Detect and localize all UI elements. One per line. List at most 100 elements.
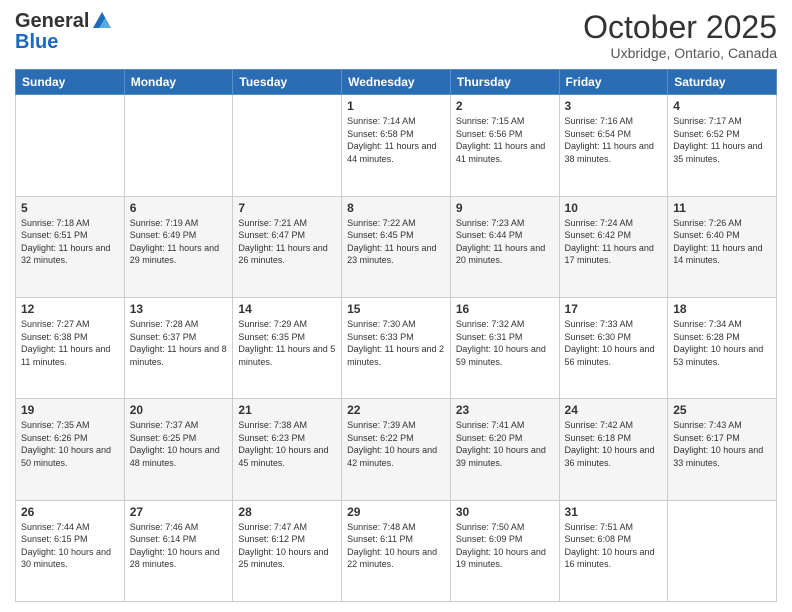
logo-icon	[91, 10, 113, 32]
day-number: 31	[565, 505, 663, 519]
col-thursday: Thursday	[450, 70, 559, 95]
day-info: Sunrise: 7:16 AM Sunset: 6:54 PM Dayligh…	[565, 115, 663, 165]
day-number: 26	[21, 505, 119, 519]
day-number: 3	[565, 99, 663, 113]
day-number: 2	[456, 99, 554, 113]
col-tuesday: Tuesday	[233, 70, 342, 95]
day-number: 23	[456, 403, 554, 417]
page-subtitle: Uxbridge, Ontario, Canada	[583, 45, 777, 61]
day-number: 4	[673, 99, 771, 113]
day-info: Sunrise: 7:21 AM Sunset: 6:47 PM Dayligh…	[238, 217, 336, 267]
day-info: Sunrise: 7:18 AM Sunset: 6:51 PM Dayligh…	[21, 217, 119, 267]
day-info: Sunrise: 7:17 AM Sunset: 6:52 PM Dayligh…	[673, 115, 771, 165]
calendar-cell: 9Sunrise: 7:23 AM Sunset: 6:44 PM Daylig…	[450, 196, 559, 297]
calendar-table: Sunday Monday Tuesday Wednesday Thursday…	[15, 69, 777, 602]
day-number: 7	[238, 201, 336, 215]
calendar-week-row: 19Sunrise: 7:35 AM Sunset: 6:26 PM Dayli…	[16, 399, 777, 500]
day-info: Sunrise: 7:43 AM Sunset: 6:17 PM Dayligh…	[673, 419, 771, 469]
calendar-cell: 7 Sunrise: 7:21 AM Sunset: 6:47 PM Daylig…	[233, 196, 342, 297]
day-info: Sunrise: 7:46 AM Sunset: 6:14 PM Dayligh…	[130, 521, 228, 571]
day-info: Sunrise: 7:48 AM Sunset: 6:11 PM Dayligh…	[347, 521, 445, 571]
day-info: Sunrise: 7:32 AM Sunset: 6:31 PM Dayligh…	[456, 318, 554, 368]
day-number: 5	[21, 201, 119, 215]
calendar-cell	[233, 95, 342, 196]
day-info: Sunrise: 7:51 AM Sunset: 6:08 PM Dayligh…	[565, 521, 663, 571]
calendar-cell: 14Sunrise: 7:29 AM Sunset: 6:35 PM Dayli…	[233, 297, 342, 398]
day-number: 20	[130, 403, 228, 417]
calendar-cell	[668, 500, 777, 601]
day-info: Sunrise: 7:23 AM Sunset: 6:44 PM Dayligh…	[456, 217, 554, 267]
day-info: Sunrise: 7:34 AM Sunset: 6:28 PM Dayligh…	[673, 318, 771, 368]
col-sunday: Sunday	[16, 70, 125, 95]
calendar-cell: 11Sunrise: 7:26 AM Sunset: 6:40 PM Dayli…	[668, 196, 777, 297]
day-info: Sunrise: 7:30 AM Sunset: 6:33 PM Dayligh…	[347, 318, 445, 368]
day-info: Sunrise: 7:15 AM Sunset: 6:56 PM Dayligh…	[456, 115, 554, 165]
calendar-cell: 22Sunrise: 7:39 AM Sunset: 6:22 PM Dayli…	[342, 399, 451, 500]
day-info: Sunrise: 7:24 AM Sunset: 6:42 PM Dayligh…	[565, 217, 663, 267]
calendar-cell: 16 Sunrise: 7:32 AM Sunset: 6:31 PM Dayli…	[450, 297, 559, 398]
calendar-cell	[16, 95, 125, 196]
day-number: 12	[21, 302, 119, 316]
day-number: 18	[673, 302, 771, 316]
calendar-cell: 25 Sunrise: 7:43 AM Sunset: 6:17 PM Dayli…	[668, 399, 777, 500]
calendar-cell: 5 Sunrise: 7:18 AM Sunset: 6:51 PM Daylig…	[16, 196, 125, 297]
day-number: 19	[21, 403, 119, 417]
logo-blue-text: Blue	[15, 32, 58, 52]
day-number: 28	[238, 505, 336, 519]
day-info: Sunrise: 7:42 AM Sunset: 6:18 PM Dayligh…	[565, 419, 663, 469]
col-friday: Friday	[559, 70, 668, 95]
calendar-cell: 2 Sunrise: 7:15 AM Sunset: 6:56 PM Daylig…	[450, 95, 559, 196]
calendar-cell: 10Sunrise: 7:24 AM Sunset: 6:42 PM Dayli…	[559, 196, 668, 297]
day-number: 21	[238, 403, 336, 417]
day-number: 1	[347, 99, 445, 113]
calendar-cell: 8 Sunrise: 7:22 AM Sunset: 6:45 PM Daylig…	[342, 196, 451, 297]
day-number: 29	[347, 505, 445, 519]
col-monday: Monday	[124, 70, 233, 95]
calendar-week-row: 12Sunrise: 7:27 AM Sunset: 6:38 PM Dayli…	[16, 297, 777, 398]
col-wednesday: Wednesday	[342, 70, 451, 95]
logo: General Blue	[15, 10, 113, 52]
day-info: Sunrise: 7:29 AM Sunset: 6:35 PM Dayligh…	[238, 318, 336, 368]
page: General Blue October 2025 Uxbridge, Onta…	[0, 0, 792, 612]
day-info: Sunrise: 7:44 AM Sunset: 6:15 PM Dayligh…	[21, 521, 119, 571]
day-number: 25	[673, 403, 771, 417]
calendar-cell: 28 Sunrise: 7:47 AM Sunset: 6:12 PM Dayli…	[233, 500, 342, 601]
calendar-cell: 12Sunrise: 7:27 AM Sunset: 6:38 PM Dayli…	[16, 297, 125, 398]
day-info: Sunrise: 7:26 AM Sunset: 6:40 PM Dayligh…	[673, 217, 771, 267]
day-info: Sunrise: 7:22 AM Sunset: 6:45 PM Dayligh…	[347, 217, 445, 267]
calendar-cell: 27 Sunrise: 7:46 AM Sunset: 6:14 PM Dayli…	[124, 500, 233, 601]
calendar-cell: 4 Sunrise: 7:17 AM Sunset: 6:52 PM Daylig…	[668, 95, 777, 196]
calendar-header-row: Sunday Monday Tuesday Wednesday Thursday…	[16, 70, 777, 95]
calendar-cell: 19Sunrise: 7:35 AM Sunset: 6:26 PM Dayli…	[16, 399, 125, 500]
day-info: Sunrise: 7:14 AM Sunset: 6:58 PM Dayligh…	[347, 115, 445, 165]
calendar-cell: 23 Sunrise: 7:41 AM Sunset: 6:20 PM Dayli…	[450, 399, 559, 500]
calendar-week-row: 5 Sunrise: 7:18 AM Sunset: 6:51 PM Daylig…	[16, 196, 777, 297]
logo-general-text: General	[15, 11, 89, 31]
day-number: 22	[347, 403, 445, 417]
day-info: Sunrise: 7:33 AM Sunset: 6:30 PM Dayligh…	[565, 318, 663, 368]
header: General Blue October 2025 Uxbridge, Onta…	[15, 10, 777, 61]
day-number: 17	[565, 302, 663, 316]
calendar-week-row: 26 Sunrise: 7:44 AM Sunset: 6:15 PM Dayli…	[16, 500, 777, 601]
calendar-cell: 24 Sunrise: 7:42 AM Sunset: 6:18 PM Dayli…	[559, 399, 668, 500]
day-number: 8	[347, 201, 445, 215]
day-info: Sunrise: 7:50 AM Sunset: 6:09 PM Dayligh…	[456, 521, 554, 571]
day-number: 24	[565, 403, 663, 417]
page-title: October 2025	[583, 10, 777, 45]
calendar-cell: 30Sunrise: 7:50 AM Sunset: 6:09 PM Dayli…	[450, 500, 559, 601]
calendar-cell: 20Sunrise: 7:37 AM Sunset: 6:25 PM Dayli…	[124, 399, 233, 500]
day-info: Sunrise: 7:41 AM Sunset: 6:20 PM Dayligh…	[456, 419, 554, 469]
day-number: 16	[456, 302, 554, 316]
calendar-cell: 29 Sunrise: 7:48 AM Sunset: 6:11 PM Dayli…	[342, 500, 451, 601]
day-info: Sunrise: 7:47 AM Sunset: 6:12 PM Dayligh…	[238, 521, 336, 571]
calendar-cell: 13Sunrise: 7:28 AM Sunset: 6:37 PM Dayli…	[124, 297, 233, 398]
title-block: October 2025 Uxbridge, Ontario, Canada	[583, 10, 777, 61]
day-number: 13	[130, 302, 228, 316]
calendar-cell: 26 Sunrise: 7:44 AM Sunset: 6:15 PM Dayli…	[16, 500, 125, 601]
day-number: 27	[130, 505, 228, 519]
calendar-cell: 15Sunrise: 7:30 AM Sunset: 6:33 PM Dayli…	[342, 297, 451, 398]
calendar-cell: 6Sunrise: 7:19 AM Sunset: 6:49 PM Daylig…	[124, 196, 233, 297]
calendar-cell: 21Sunrise: 7:38 AM Sunset: 6:23 PM Dayli…	[233, 399, 342, 500]
day-info: Sunrise: 7:19 AM Sunset: 6:49 PM Dayligh…	[130, 217, 228, 267]
calendar-cell	[124, 95, 233, 196]
